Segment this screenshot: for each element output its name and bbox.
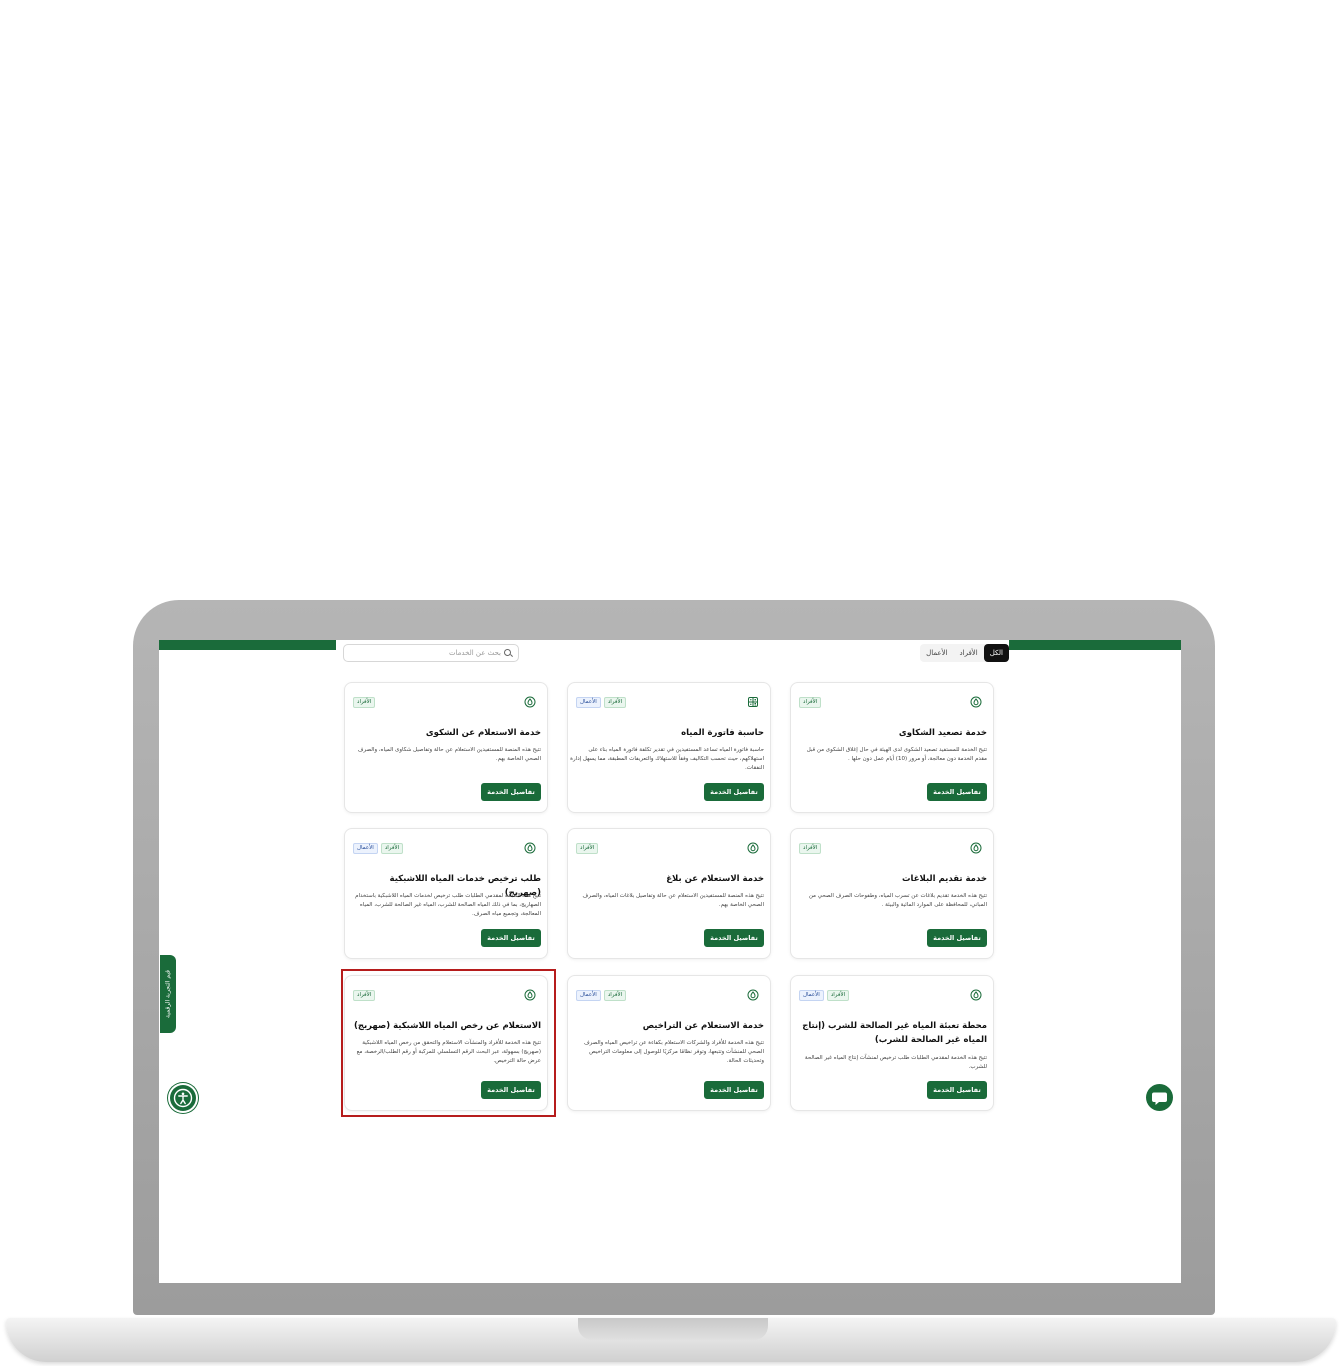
badge-business: الأعمال	[799, 990, 824, 1001]
accessibility-button[interactable]	[170, 1085, 196, 1111]
service-details-button[interactable]: تفاصيل الخدمة	[704, 783, 764, 801]
service-title: خدمة الاستعلام عن التراخيص	[642, 1021, 764, 1031]
droplet-icon	[746, 988, 760, 1002]
tab-all[interactable]: الكل	[983, 644, 1009, 662]
service-title: الاستعلام عن رخص المياه اللاشبكية (صهريج…	[353, 1021, 541, 1031]
service-details-button[interactable]: تفاصيل الخدمة	[704, 1081, 764, 1099]
droplet-icon	[969, 841, 983, 855]
audience-badges: الأفراد	[576, 843, 599, 854]
service-card: الأفراد الاستعلام عن رخص المياه اللاشبكي…	[344, 975, 548, 1111]
service-title: حاسبة فاتورة المياه	[681, 728, 764, 738]
service-details-button[interactable]: تفاصيل الخدمة	[927, 929, 987, 947]
badge-individuals: الأفراد	[353, 990, 376, 1001]
droplet-icon	[523, 841, 537, 855]
service-description: تتيح هذه الخدمة تقديم بلاغات عن تسرب الم…	[808, 893, 987, 908]
chat-icon	[1152, 1092, 1167, 1105]
audience-badges: الأفراد	[353, 697, 376, 708]
digital-experience-feedback-tab[interactable]: قيم التجربة الرقمية	[160, 955, 176, 1033]
droplet-icon	[523, 695, 537, 709]
droplet-icon	[746, 841, 760, 855]
service-card: الأعمال الأفراد خدمة الاستعلام عن التراخ…	[567, 975, 771, 1111]
service-title: محطة تعبئة المياه غير الصالحة للشرب (إنت…	[802, 1021, 987, 1045]
search-icon	[504, 649, 512, 657]
service-card: الأفراد خدمة الاستعلام عن بلاغ تتيح هذه …	[567, 828, 771, 959]
audience-badges: الأعمال الأفراد	[799, 990, 850, 1001]
badge-individuals: الأفراد	[353, 697, 376, 708]
tab-individuals[interactable]: الأفراد	[954, 644, 984, 662]
droplet-icon	[969, 988, 983, 1002]
accessibility-icon	[173, 1088, 193, 1108]
service-description: تتيح هذه المنصة للمستفيدين الاستعلام عن …	[357, 747, 541, 762]
search-input[interactable]: بحث عن الخدمات	[343, 644, 519, 662]
audience-badges: الأعمال الأفراد	[576, 697, 627, 708]
search-placeholder: بحث عن الخدمات	[448, 649, 501, 657]
badge-individuals: الأفراد	[799, 843, 822, 854]
service-description: تتيح هذه الخدمة للأفراد والمنشآت الاستعل…	[356, 1040, 541, 1064]
services-panel: بحث عن الخدمات الكل الأفراد الأعمال الأف…	[336, 640, 1009, 1120]
laptop-screen: بحث عن الخدمات الكل الأفراد الأعمال الأف…	[159, 640, 1181, 1283]
service-title: خدمة الاستعلام عن بلاغ	[666, 874, 764, 884]
service-card: الأفراد خدمة تصعيد الشكاوى تتيح الخدمة ل…	[790, 682, 994, 813]
droplet-icon	[969, 695, 983, 709]
service-details-button[interactable]: تفاصيل الخدمة	[481, 1081, 541, 1099]
service-details-button[interactable]: تفاصيل الخدمة	[927, 1081, 987, 1099]
laptop-notch	[578, 1318, 768, 1340]
service-description: تتيح هذه المنصة للمستفيدين الاستعلام عن …	[582, 893, 764, 908]
badge-business: الأعمال	[353, 843, 378, 854]
badge-business: الأعمال	[576, 697, 601, 708]
service-description: حاسبة فاتورة المياه تساعد المستفيدين في …	[570, 747, 764, 771]
service-details-button[interactable]: تفاصيل الخدمة	[704, 929, 764, 947]
droplet-icon	[523, 988, 537, 1002]
service-title: خدمة تقديم البلاغات	[901, 874, 987, 884]
service-card: الأفراد خدمة تقديم البلاغات تتيح هذه الخ…	[790, 828, 994, 959]
service-description: تتيح هذه الخدمة للأفراد والشركات الاستعل…	[583, 1040, 764, 1064]
badge-individuals: الأفراد	[799, 697, 822, 708]
service-details-button[interactable]: تفاصيل الخدمة	[481, 929, 541, 947]
audience-badges: الأفراد	[799, 843, 822, 854]
badge-individuals: الأفراد	[380, 843, 404, 854]
audience-badges: الأعمال الأفراد	[353, 843, 404, 854]
service-title: خدمة تصعيد الشكاوى	[898, 728, 987, 738]
chat-button[interactable]	[1146, 1084, 1173, 1111]
header-band-left	[159, 640, 336, 650]
service-card: الأعمال الأفراد طلب ترخيص خدمات المياه ا…	[344, 828, 548, 959]
service-card: الأعمال الأفراد محطة تعبئة المياه غير ال…	[790, 975, 994, 1111]
badge-individuals: الأفراد	[603, 990, 627, 1001]
badge-business: الأعمال	[576, 990, 601, 1001]
service-description: تتيح الخدمة للمستفيد تصعيد الشكوى لدى ال…	[806, 747, 987, 762]
service-description: تتيح هذه الخدمة لمقدمي الطلبات طلب ترخيص…	[355, 893, 541, 917]
service-description: تتيح هذه الخدمة لمقدمي الطلبات طلب ترخيص…	[804, 1055, 987, 1070]
audience-badges: الأعمال الأفراد	[576, 990, 627, 1001]
badge-individuals: الأفراد	[603, 697, 627, 708]
audience-badges: الأفراد	[799, 697, 822, 708]
audience-badges: الأفراد	[353, 990, 376, 1001]
service-card: الأفراد خدمة الاستعلام عن الشكوى تتيح هذ…	[344, 682, 548, 813]
badge-individuals: الأفراد	[826, 990, 850, 1001]
service-card: الأعمال الأفراد حاسبة فاتورة المياه حاسب…	[567, 682, 771, 813]
badge-individuals: الأفراد	[576, 843, 599, 854]
service-title: خدمة الاستعلام عن الشكوى	[425, 728, 541, 738]
service-details-button[interactable]: تفاصيل الخدمة	[481, 783, 541, 801]
calculator-icon	[746, 695, 760, 709]
feedback-tab-label: قيم التجربة الرقمية	[164, 969, 172, 1019]
tab-business[interactable]: الأعمال	[920, 644, 953, 662]
filter-toolbar: بحث عن الخدمات الكل الأفراد الأعمال	[336, 640, 1009, 668]
service-details-button[interactable]: تفاصيل الخدمة	[927, 783, 987, 801]
audience-tabs: الكل الأفراد الأعمال	[920, 644, 1009, 662]
header-band-right	[1009, 640, 1181, 650]
